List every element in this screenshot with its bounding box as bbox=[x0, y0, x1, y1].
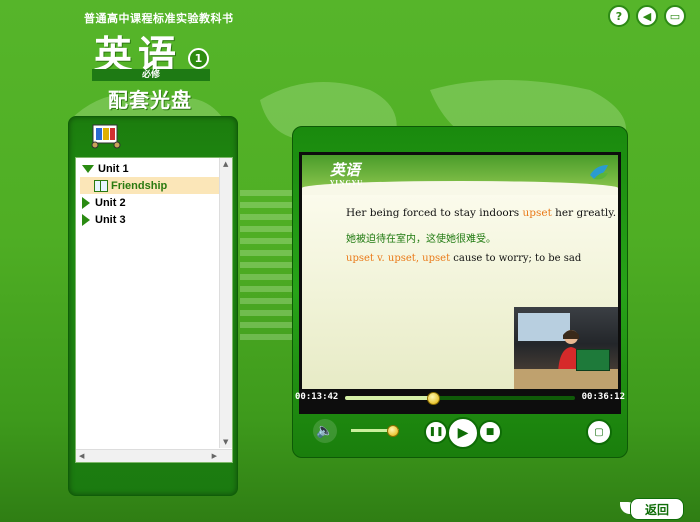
sentence-chinese: 她被迫待在室内，这使她很难受。 bbox=[346, 234, 496, 245]
progress-bar: 00:13:42 00:36:12 bbox=[293, 390, 627, 405]
expanded-icon bbox=[82, 164, 94, 173]
video-screen[interactable]: 英语 YINGYU Her being forced to stay indoo… bbox=[299, 152, 621, 414]
play-button[interactable]: ▶ bbox=[447, 417, 479, 449]
buildings-decoration bbox=[240, 190, 300, 340]
film-icon bbox=[91, 124, 121, 149]
tree-item-unit-1[interactable]: Unit 1 bbox=[78, 160, 219, 177]
slide-logo-text: 英语 bbox=[330, 161, 361, 179]
help-icon[interactable]: ? bbox=[608, 5, 630, 27]
scroll-down-icon[interactable]: ▼ bbox=[223, 438, 228, 446]
vertical-scrollbar[interactable]: ▲ ▼ bbox=[219, 158, 232, 448]
seek-track[interactable] bbox=[345, 392, 575, 405]
collapsed-icon bbox=[82, 196, 90, 209]
scroll-up-icon[interactable]: ▲ bbox=[223, 160, 228, 168]
pause-button[interactable]: ❚❚ bbox=[424, 420, 448, 444]
total-time: 00:36:12 bbox=[581, 392, 625, 402]
volume-badge: 1 bbox=[188, 48, 209, 69]
seek-knob[interactable] bbox=[427, 392, 441, 405]
tree-item-label: Unit 3 bbox=[95, 213, 126, 226]
player-controls: 🔈 ❚❚ ▶ ■ ▢ bbox=[293, 417, 627, 451]
horizontal-scrollbar[interactable]: ◀ ▶ bbox=[76, 449, 232, 462]
back-button[interactable]: 返回 bbox=[630, 498, 684, 520]
stop-button[interactable]: ■ bbox=[478, 420, 502, 444]
lesson-panel: Unit 1 Friendship Unit 2 Unit 3 ▲ ▼ ◀ ▶ bbox=[68, 116, 238, 496]
leaf-logo-icon bbox=[590, 165, 608, 180]
speaker-icon[interactable]: 🔈 bbox=[313, 419, 337, 443]
fullscreen-button[interactable]: ▢ bbox=[586, 419, 612, 445]
scroll-left-icon[interactable]: ◀ bbox=[79, 452, 84, 460]
tree-item-unit-2[interactable]: Unit 2 bbox=[78, 194, 219, 211]
current-time: 00:13:42 bbox=[295, 392, 339, 402]
book-icon bbox=[94, 179, 108, 192]
collapsed-icon bbox=[82, 213, 90, 226]
subtitle: 配套光盘 bbox=[108, 88, 192, 112]
slide-logo: 英语 YINGYU bbox=[330, 159, 363, 187]
tree-item-label: Unit 1 bbox=[98, 162, 129, 175]
minimize-icon[interactable]: ▭ bbox=[664, 5, 686, 27]
tree-item-unit-3[interactable]: Unit 3 bbox=[78, 211, 219, 228]
vocab-definition: upset v. upset, upset cause to worry; to… bbox=[346, 253, 582, 264]
video-player: 英语 YINGYU Her being forced to stay indoo… bbox=[292, 126, 628, 458]
lesson-slide: 英语 YINGYU Her being forced to stay indoo… bbox=[302, 155, 618, 389]
volume-knob[interactable] bbox=[386, 425, 399, 437]
sentence-english: Her being forced to stay indoors upset h… bbox=[346, 207, 617, 219]
sound-icon[interactable]: ◀ bbox=[636, 5, 658, 27]
tree-item-label: Unit 2 bbox=[95, 196, 126, 209]
required-label: 必修 bbox=[92, 69, 210, 81]
scroll-right-icon[interactable]: ▶ bbox=[212, 452, 217, 460]
top-icons: ? ◀ ▭ bbox=[608, 5, 686, 27]
lesson-tree[interactable]: Unit 1 Friendship Unit 2 Unit 3 ▲ ▼ ◀ ▶ bbox=[75, 157, 233, 463]
slide-logo-subtext: YINGYU bbox=[330, 180, 364, 187]
teacher-video-inset bbox=[514, 307, 618, 389]
tree-item-label: Friendship bbox=[111, 179, 168, 192]
tree-item-friendship[interactable]: Friendship bbox=[80, 177, 219, 194]
